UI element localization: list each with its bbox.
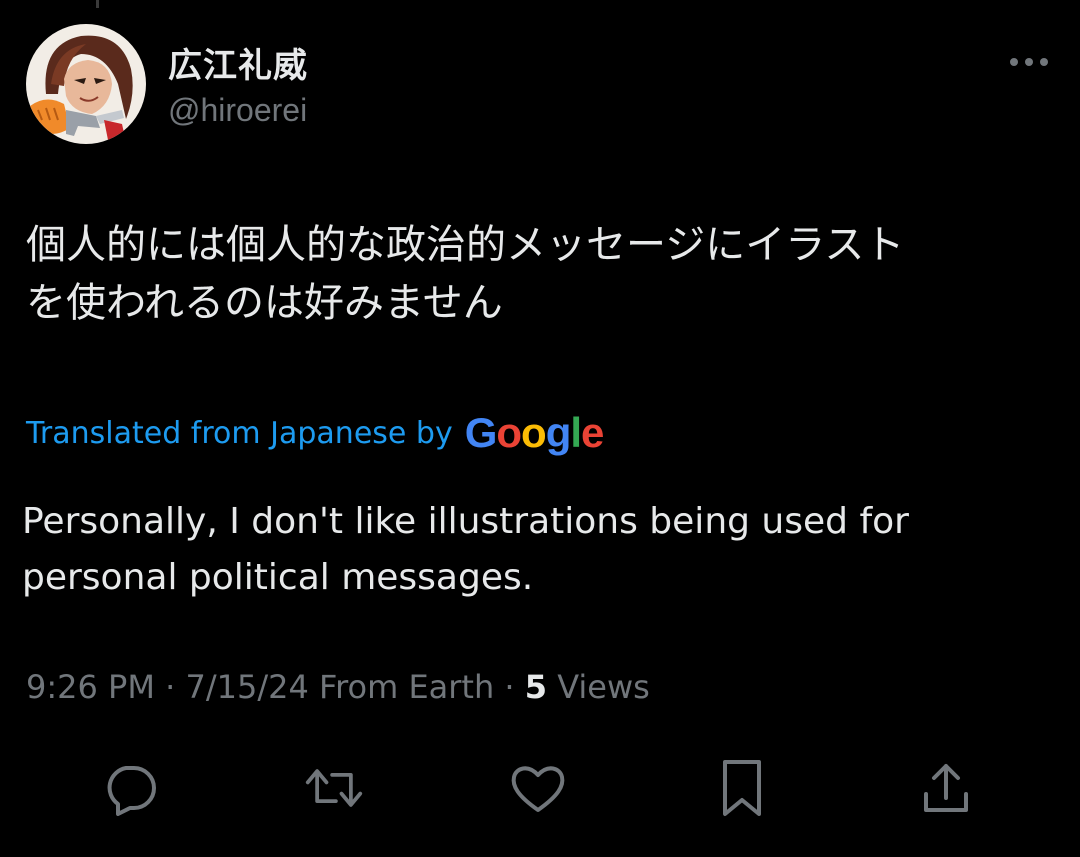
retweet-button[interactable]	[304, 758, 364, 818]
heart-icon	[511, 766, 565, 812]
share-icon	[924, 764, 968, 812]
avatar[interactable]	[26, 24, 146, 144]
tweet-date[interactable]: 7/15/24	[185, 668, 308, 706]
reply-button[interactable]	[100, 758, 160, 818]
avatar-image	[26, 24, 146, 144]
google-logo-letter: g	[545, 409, 572, 456]
tweet: 広江礼威 @hiroerei 個人的には個人的な政治的メッセージにイラスト を使…	[0, 0, 1080, 857]
google-logo-letter: o	[496, 409, 522, 456]
translated-from-link[interactable]: Translated from Japanese by	[26, 416, 453, 451]
tweet-text: 個人的には個人的な政治的メッセージにイラスト を使われるのは好みません	[26, 216, 1056, 332]
tweet-source: From Earth	[318, 668, 495, 706]
tweet-time[interactable]: 9:26 PM	[26, 668, 155, 706]
author-display-name[interactable]: 広江礼威	[168, 38, 308, 87]
google-logo-letter: l	[570, 409, 582, 456]
google-logo: Google	[464, 409, 605, 457]
more-options-button[interactable]	[1002, 46, 1056, 78]
translated-text: Personally, I don't like illustrations b…	[22, 494, 1052, 606]
tweet-text-line: 個人的には個人的な政治的メッセージにイラスト	[26, 222, 905, 268]
bookmark-icon	[723, 760, 761, 816]
author-handle[interactable]: @hiroerei	[168, 92, 307, 129]
thread-connector-line	[96, 0, 99, 8]
tweet-metadata: 9:26 PM · 7/15/24 From Earth · 5 Views	[26, 668, 650, 706]
translated-text-line: personal political messages.	[22, 557, 534, 598]
views-count: 5	[524, 668, 548, 706]
more-dots-icon	[1010, 58, 1048, 66]
google-logo-letter: e	[581, 409, 604, 456]
reply-icon	[107, 766, 156, 816]
retweet-icon	[305, 769, 363, 807]
bookmark-button[interactable]	[712, 758, 772, 818]
google-logo-letter: o	[521, 409, 547, 456]
tweet-text-line: を使われるのは好みません	[26, 280, 503, 326]
meta-separator: ·	[504, 668, 515, 706]
like-button[interactable]	[508, 758, 568, 818]
share-button[interactable]	[916, 758, 976, 818]
translated-text-line: Personally, I don't like illustrations b…	[22, 501, 909, 542]
meta-separator: ·	[165, 668, 176, 706]
google-logo-letter: G	[464, 409, 498, 456]
translation-attribution: Translated from Japanese by Google	[26, 408, 605, 458]
views-label: Views	[557, 668, 650, 706]
